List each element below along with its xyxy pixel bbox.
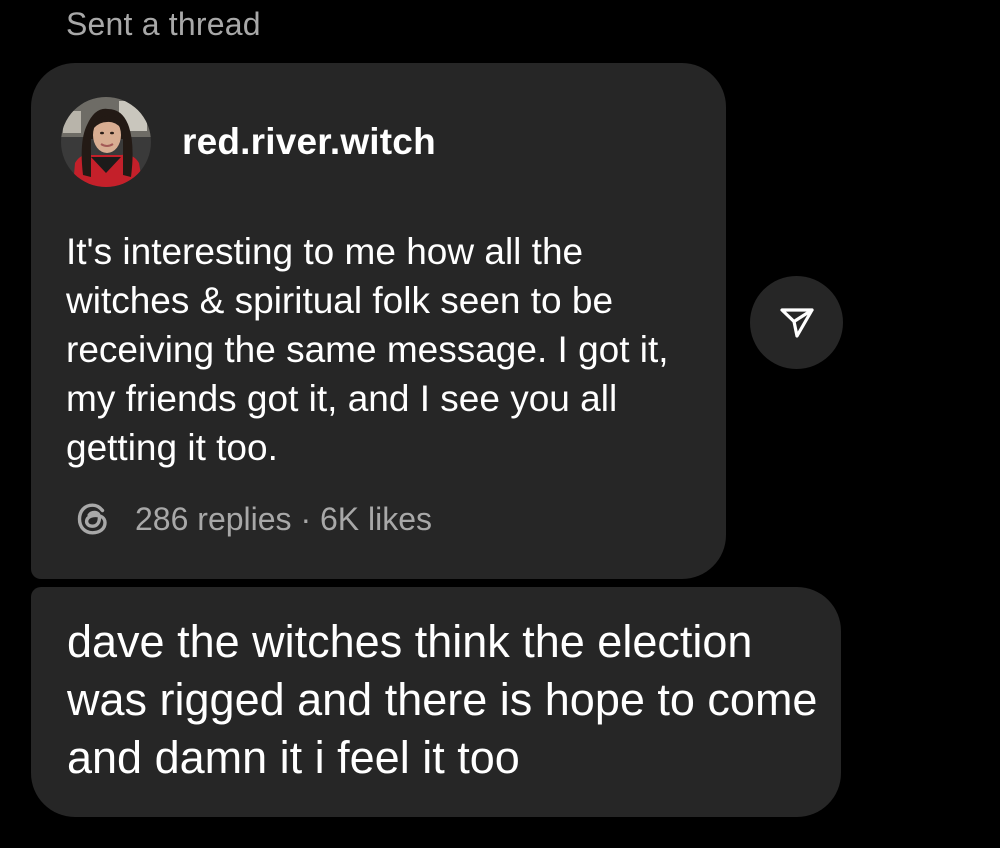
thread-stats: 286 replies · 6K likes [74, 500, 432, 538]
thread-author-name[interactable]: red.river.witch [182, 121, 436, 163]
threads-logo-icon [77, 503, 107, 535]
shared-thread-card[interactable]: red.river.witch It's interesting to me h… [31, 63, 726, 579]
thread-post-text: It's interesting to me how all the witch… [66, 231, 669, 468]
avatar[interactable] [61, 97, 151, 187]
message-text: dave the witches think the election was … [67, 616, 818, 783]
message-bubble[interactable]: dave the witches think the election was … [31, 587, 841, 817]
thread-stats-text: 286 replies · 6K likes [135, 500, 433, 537]
thread-author-row[interactable]: red.river.witch [61, 97, 436, 187]
share-thread-button[interactable] [750, 276, 843, 369]
send-arrow-icon [779, 307, 814, 338]
sent-thread-label: Sent a thread [66, 6, 261, 42]
